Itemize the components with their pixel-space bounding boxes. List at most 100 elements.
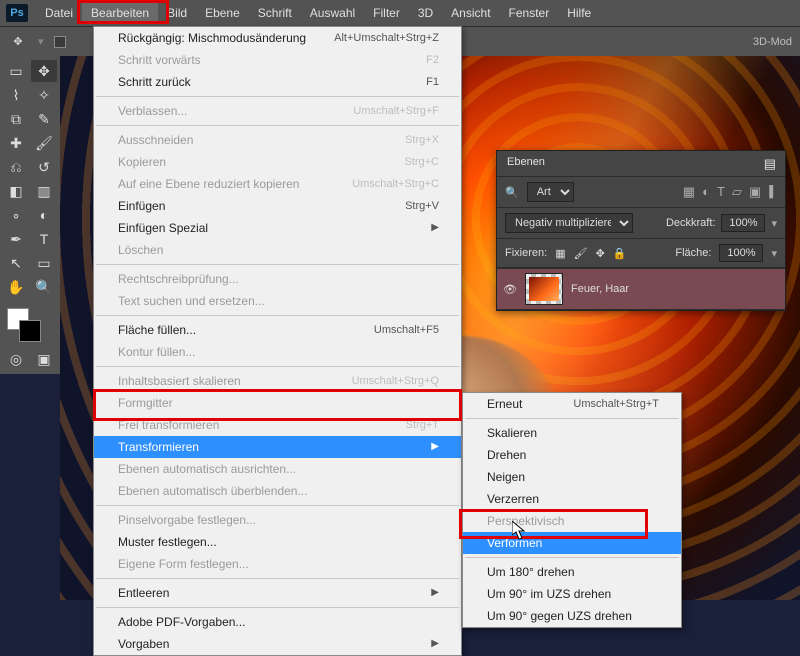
- edit-menu-item[interactable]: Entleeren▶: [94, 582, 461, 604]
- edit-menu-item[interactable]: Fläche füllen...Umschalt+F5: [94, 319, 461, 341]
- panel-title: Ebenen: [507, 156, 545, 172]
- menubar: Ps Datei Bearbeiten Bild Ebene Schrift A…: [0, 0, 800, 26]
- menu-ebene[interactable]: Ebene: [196, 2, 249, 24]
- type-tool-icon[interactable]: T: [31, 228, 57, 250]
- filter-toggle-icon[interactable]: ▌: [769, 186, 777, 198]
- layers-panel: Ebenen ▤ 🔍 Art ▦ ◐ T ▱ ▣ ▌ Negativ multi…: [496, 150, 786, 311]
- edit-menu: Rückgängig: MischmodusänderungAlt+Umscha…: [93, 26, 462, 656]
- search-icon: 🔍: [505, 186, 519, 199]
- menu-bearbeiten[interactable]: Bearbeiten: [82, 2, 158, 24]
- color-swatch[interactable]: [3, 306, 57, 342]
- opacity-value[interactable]: 100%: [721, 214, 765, 232]
- path-tool-icon[interactable]: ↖: [3, 252, 29, 274]
- gradient-tool-icon[interactable]: ▥: [31, 180, 57, 202]
- edit-menu-item: KopierenStrg+C: [94, 151, 461, 173]
- panel-menu-icon[interactable]: ▤: [764, 156, 775, 172]
- edit-menu-item: Ebenen automatisch ausrichten...: [94, 458, 461, 480]
- lock-label: Fixieren:: [505, 247, 547, 259]
- edit-menu-item: Auf eine Ebene reduziert kopierenUmschal…: [94, 173, 461, 195]
- edit-menu-item: Rechtschreibprüfung...: [94, 268, 461, 290]
- edit-menu-item[interactable]: Rückgängig: MischmodusänderungAlt+Umscha…: [94, 27, 461, 49]
- transform-menu-item[interactable]: Um 90° gegen UZS drehen: [463, 605, 681, 627]
- stamp-tool-icon[interactable]: ⎌: [3, 156, 29, 178]
- menu-filter[interactable]: Filter: [364, 2, 409, 24]
- transform-menu-item[interactable]: Verzerren: [463, 488, 681, 510]
- edit-menu-item[interactable]: Vorgaben▶: [94, 633, 461, 655]
- transform-menu-item[interactable]: Neigen: [463, 466, 681, 488]
- edit-menu-item[interactable]: Einfügen Spezial▶: [94, 217, 461, 239]
- fill-value[interactable]: 100%: [719, 244, 763, 262]
- dodge-tool-icon[interactable]: ◐: [31, 204, 57, 226]
- menu-hilfe[interactable]: Hilfe: [558, 2, 600, 24]
- app-logo: Ps: [6, 4, 28, 22]
- edit-menu-item[interactable]: EinfügenStrg+V: [94, 195, 461, 217]
- dropdown-icon[interactable]: ▾: [771, 217, 777, 230]
- crop-tool-icon[interactable]: ⧉: [3, 108, 29, 130]
- edit-menu-item: Eigene Form festlegen...: [94, 553, 461, 575]
- opacity-label: Deckkraft:: [666, 217, 716, 229]
- eraser-tool-icon[interactable]: ◧: [3, 180, 29, 202]
- transform-menu-item[interactable]: Um 180° drehen: [463, 561, 681, 583]
- edit-menu-item: Verblassen...Umschalt+Strg+F: [94, 100, 461, 122]
- 3d-mode-label: 3D-Mod: [753, 36, 792, 48]
- move-tool-icon[interactable]: ✥: [31, 60, 57, 82]
- filter-adjust-icon[interactable]: ◐: [702, 184, 710, 200]
- layer-thumbnail[interactable]: [525, 273, 563, 305]
- edit-menu-item: Text suchen und ersetzen...: [94, 290, 461, 312]
- edit-menu-item: Inhaltsbasiert skalierenUmschalt+Strg+Q: [94, 370, 461, 392]
- menu-datei[interactable]: Datei: [36, 2, 82, 24]
- filter-select[interactable]: Art: [527, 182, 574, 202]
- transform-menu-item[interactable]: Um 90° im UZS drehen: [463, 583, 681, 605]
- transform-menu-item[interactable]: Drehen: [463, 444, 681, 466]
- menu-auswahl[interactable]: Auswahl: [301, 2, 364, 24]
- visibility-icon[interactable]: 👁: [503, 283, 517, 296]
- edit-menu-item[interactable]: Transformieren▶: [94, 436, 461, 458]
- edit-menu-item: Löschen: [94, 239, 461, 261]
- heal-tool-icon[interactable]: ✚: [3, 132, 29, 154]
- menu-ansicht[interactable]: Ansicht: [442, 2, 499, 24]
- edit-menu-item[interactable]: Schritt zurückF1: [94, 71, 461, 93]
- transform-menu-item[interactable]: ErneutUmschalt+Strg+T: [463, 393, 681, 415]
- lock-trans-icon[interactable]: ▦: [555, 247, 565, 260]
- edit-menu-item: Frei transformierenStrg+T: [94, 414, 461, 436]
- menu-bild[interactable]: Bild: [158, 2, 196, 24]
- edit-menu-item: AusschneidenStrg+X: [94, 129, 461, 151]
- transform-menu-item[interactable]: Skalieren: [463, 422, 681, 444]
- edit-menu-item[interactable]: Muster festlegen...: [94, 531, 461, 553]
- checkbox[interactable]: [54, 36, 66, 48]
- brush-tool-icon[interactable]: 🖌: [31, 132, 57, 154]
- edit-menu-item: Pinselvorgabe festlegen...: [94, 509, 461, 531]
- edit-menu-item: Ebenen automatisch überblenden...: [94, 480, 461, 502]
- lock-all-icon[interactable]: 🔒: [613, 247, 627, 260]
- filter-shape-icon[interactable]: ▱: [732, 184, 742, 200]
- edit-menu-item: Formgitter: [94, 392, 461, 414]
- eyedropper-tool-icon[interactable]: ✎: [31, 108, 57, 130]
- lock-paint-icon[interactable]: 🖌: [574, 247, 588, 260]
- dropdown-icon[interactable]: ▾: [771, 247, 777, 260]
- lasso-tool-icon[interactable]: ⌇: [3, 84, 29, 106]
- pen-tool-icon[interactable]: ✒: [3, 228, 29, 250]
- shape-tool-icon[interactable]: ▭: [31, 252, 57, 274]
- zoom-tool-icon[interactable]: 🔍: [31, 276, 57, 298]
- marquee-tool-icon[interactable]: ▭: [3, 60, 29, 82]
- filter-type-icon[interactable]: T: [717, 184, 725, 200]
- menu-schrift[interactable]: Schrift: [249, 2, 301, 24]
- quickmask-icon[interactable]: ◎: [3, 348, 29, 370]
- transform-menu-item: Perspektivisch: [463, 510, 681, 532]
- wand-tool-icon[interactable]: ✧: [31, 84, 57, 106]
- history-brush-icon[interactable]: ↺: [31, 156, 57, 178]
- blur-tool-icon[interactable]: ∘: [3, 204, 29, 226]
- filter-smart-icon[interactable]: ▣: [749, 184, 761, 200]
- edit-menu-item[interactable]: Adobe PDF-Vorgaben...: [94, 611, 461, 633]
- lock-pos-icon[interactable]: ✥: [596, 247, 605, 260]
- menu-fenster[interactable]: Fenster: [500, 2, 559, 24]
- hand-tool-icon[interactable]: ✋: [3, 276, 29, 298]
- layer-name[interactable]: Feuer, Haar: [571, 283, 629, 295]
- tool-column: ▭ ✥ ⌇ ✧ ⧉ ✎ ✚ 🖌 ⎌ ↺ ◧ ▥ ∘ ◐ ✒ T ↖ ▭ ✋ 🔍 …: [0, 56, 60, 374]
- blend-mode-select[interactable]: Negativ multiplizieren: [505, 213, 633, 233]
- filter-pixel-icon[interactable]: ▦: [683, 184, 695, 200]
- menu-3d[interactable]: 3D: [409, 2, 442, 24]
- layer-row[interactable]: 👁 Feuer, Haar: [497, 268, 785, 310]
- transform-menu-item[interactable]: Verformen: [463, 532, 681, 554]
- screenmode-icon[interactable]: ▣: [31, 348, 57, 370]
